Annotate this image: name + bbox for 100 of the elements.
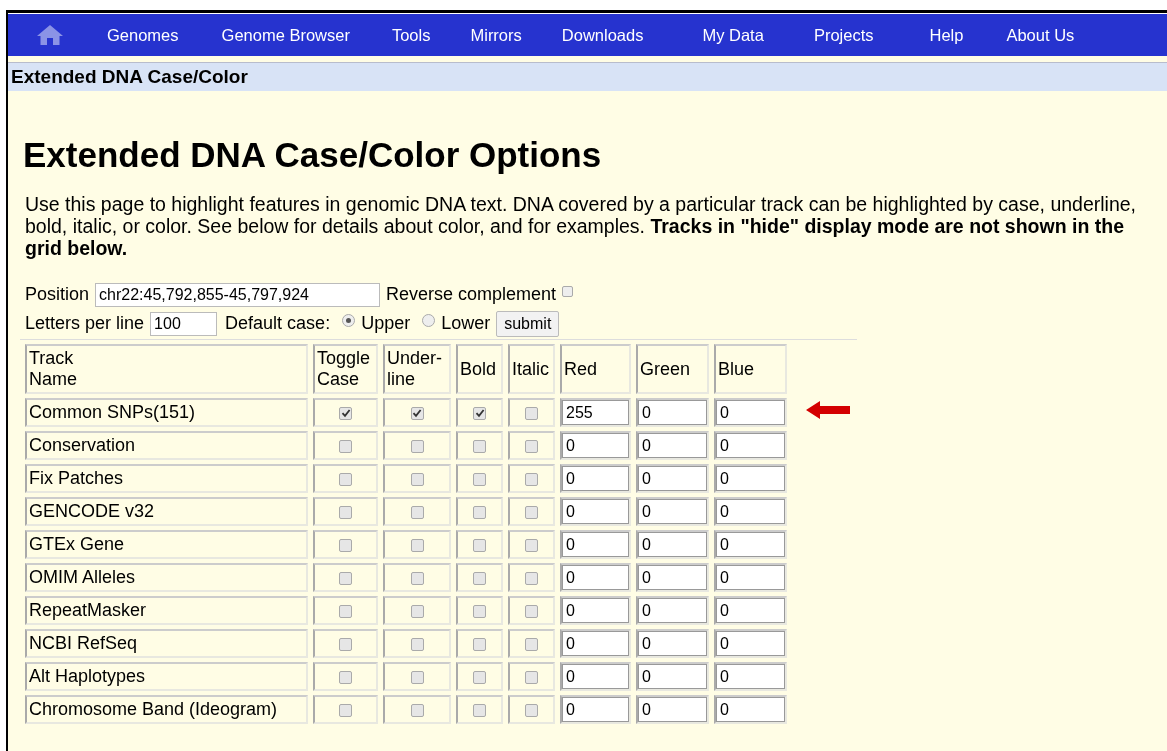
radio-button[interactable] <box>342 314 356 327</box>
checkbox[interactable] <box>339 637 352 651</box>
section-title: Extended DNA Case/Color <box>11 66 248 87</box>
checkbox[interactable] <box>525 571 538 585</box>
color-value-field[interactable]: 0 <box>716 499 785 524</box>
color-value-field[interactable]: 0 <box>716 664 785 689</box>
color-value-field[interactable]: 0 <box>562 433 629 458</box>
color-value-field[interactable]: 0 <box>638 697 707 722</box>
checkbox[interactable] <box>410 439 424 453</box>
track-name: OMIM Alleles <box>29 567 136 587</box>
color-value-field[interactable]: 0 <box>562 532 629 557</box>
track-name: Conservation <box>29 435 136 455</box>
checkbox[interactable] <box>525 505 538 519</box>
color-value-field[interactable]: 0 <box>638 631 707 656</box>
color-value-field[interactable]: 0 <box>638 433 707 458</box>
nav-link[interactable]: Projects <box>813 25 874 45</box>
nav-link[interactable]: Genome Browser <box>221 25 350 45</box>
checkbox[interactable] <box>410 538 424 552</box>
color-value-field[interactable]: 0 <box>716 697 785 722</box>
checkbox[interactable] <box>410 670 424 684</box>
color-value-field[interactable]: 0 <box>562 499 629 524</box>
nav-link[interactable]: Mirrors <box>470 25 522 45</box>
checkbox[interactable] <box>525 637 538 651</box>
checkbox[interactable] <box>410 472 424 486</box>
submit-button[interactable]: submit <box>496 310 560 337</box>
color-value-field[interactable]: 0 <box>716 565 785 590</box>
nav-link[interactable]: About Us <box>1006 25 1075 45</box>
checkbox[interactable] <box>473 505 486 519</box>
checkbox[interactable] <box>410 571 424 585</box>
checkbox[interactable] <box>339 472 352 486</box>
checkbox[interactable] <box>410 703 424 717</box>
color-value-field[interactable]: 0 <box>716 631 785 656</box>
checkbox[interactable] <box>410 406 424 420</box>
page-heading: Extended DNA Case/Color Options <box>23 135 603 175</box>
color-value-field[interactable]: 0 <box>716 598 785 623</box>
column-header: Toggle Case <box>317 348 372 390</box>
checkbox[interactable] <box>473 538 486 552</box>
checkbox[interactable] <box>339 538 352 552</box>
color-value-field[interactable]: 0 <box>638 565 707 590</box>
color-value-field[interactable]: 0 <box>716 532 785 557</box>
position-field[interactable]: chr22:45,792,855-45,797,924 <box>95 282 381 307</box>
color-value-field[interactable]: 0 <box>716 466 785 491</box>
checkbox[interactable] <box>473 439 486 453</box>
checkbox[interactable] <box>473 703 486 717</box>
nav-link[interactable]: Tools <box>391 25 431 45</box>
checkbox[interactable] <box>339 703 352 717</box>
letters-per-line-field[interactable]: 100 <box>150 311 218 336</box>
checkbox[interactable] <box>410 604 424 618</box>
checkbox[interactable] <box>473 472 486 486</box>
checkbox[interactable] <box>525 604 538 618</box>
checkbox[interactable] <box>525 538 538 552</box>
checkbox[interactable] <box>525 472 538 486</box>
column-header: Red <box>564 358 599 380</box>
color-value-field[interactable]: 0 <box>638 598 707 623</box>
radio-button[interactable] <box>422 314 436 327</box>
track-name: NCBI RefSeq <box>29 633 138 653</box>
color-value-field[interactable]: 0 <box>562 697 629 722</box>
checkbox[interactable] <box>339 406 352 420</box>
color-value-field[interactable]: 255 <box>562 400 629 425</box>
track-name: Fix Patches <box>29 468 124 488</box>
color-value-field[interactable]: 0 <box>638 664 707 689</box>
checkbox[interactable] <box>525 439 538 453</box>
checkbox[interactable] <box>473 670 486 684</box>
checkbox[interactable] <box>525 406 538 420</box>
nav-link[interactable]: My Data <box>702 25 764 45</box>
checkbox[interactable] <box>339 505 352 519</box>
color-value-field[interactable]: 0 <box>716 433 785 458</box>
checkbox[interactable] <box>339 571 352 585</box>
checkbox[interactable] <box>410 637 424 651</box>
column-header: Blue <box>718 358 756 380</box>
color-value-field[interactable]: 0 <box>562 466 629 491</box>
color-value-field[interactable]: 0 <box>562 598 629 623</box>
color-value-field[interactable]: 0 <box>562 565 629 590</box>
home-icon[interactable] <box>36 24 64 46</box>
default-case-label: Default case: <box>225 313 331 334</box>
radio-label: Upper <box>361 313 411 334</box>
checkbox[interactable] <box>525 670 538 684</box>
color-value-field[interactable]: 0 <box>638 466 707 491</box>
checkbox[interactable] <box>525 703 538 717</box>
color-value-field[interactable]: 0 <box>638 499 707 524</box>
column-header: Italic <box>512 358 550 380</box>
checkbox[interactable] <box>473 571 486 585</box>
track-name: GTEx Gene <box>29 534 125 554</box>
checkbox[interactable] <box>339 604 352 618</box>
color-value-field[interactable]: 0 <box>716 400 785 425</box>
checkbox[interactable] <box>473 406 486 420</box>
column-header: Track Name <box>29 348 78 390</box>
checkbox[interactable] <box>339 439 352 453</box>
color-value-field[interactable]: 0 <box>562 631 629 656</box>
checkbox[interactable] <box>410 505 424 519</box>
checkbox[interactable] <box>473 604 486 618</box>
checkbox[interactable] <box>562 286 574 297</box>
nav-link[interactable]: Help <box>929 25 964 45</box>
nav-link[interactable]: Genomes <box>107 25 179 45</box>
nav-link[interactable]: Downloads <box>561 25 644 45</box>
checkbox[interactable] <box>473 637 486 651</box>
color-value-field[interactable]: 0 <box>638 532 707 557</box>
color-value-field[interactable]: 0 <box>562 664 629 689</box>
color-value-field[interactable]: 0 <box>638 400 707 425</box>
checkbox[interactable] <box>339 670 352 684</box>
